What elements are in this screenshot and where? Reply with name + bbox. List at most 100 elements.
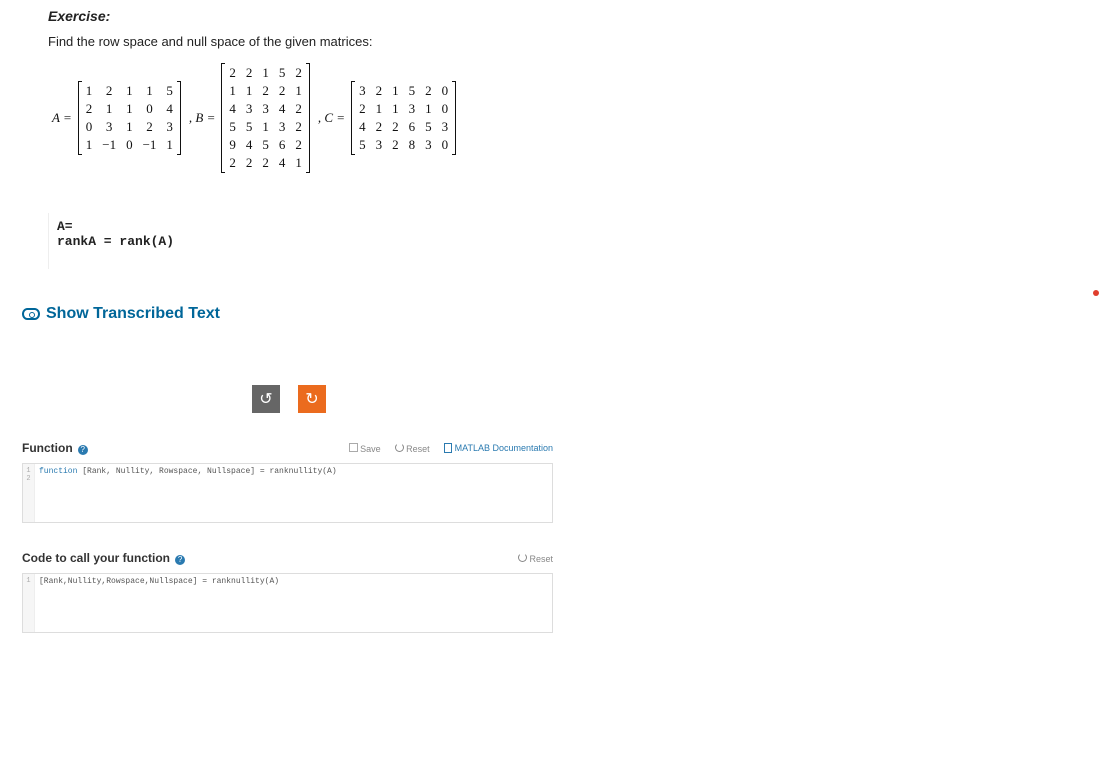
matrix-cell: 4 — [246, 137, 253, 153]
matrix-cell: 2 — [246, 155, 253, 171]
save-link[interactable]: Save — [349, 443, 381, 454]
matrix-cell: 1 — [392, 101, 399, 117]
matrix-cell: 5 — [246, 119, 253, 135]
code-line-2: rankA = rank(A) — [57, 234, 567, 249]
matrix-cell: 3 — [262, 101, 269, 117]
matrix-cell: 5 — [425, 119, 432, 135]
matrix-cell: 1 — [376, 101, 383, 117]
call-code-line: [Rank,Nullity,Rowspace,Nullspace] = rank… — [23, 574, 552, 589]
matrix-cell: 1 — [126, 119, 133, 135]
matrix-cell: 2 — [295, 65, 302, 81]
function-code-panel[interactable]: 1 2 function [Rank, Nullity, Rowspace, N… — [22, 463, 553, 523]
matrix-cell: 1 — [229, 83, 236, 99]
matrix-cell: 1 — [295, 155, 302, 171]
eye-icon — [22, 308, 40, 320]
matrix-cell: 1 — [262, 119, 269, 135]
matrices-row: A = 1211521104031231−10−11 , B = 2215211… — [48, 63, 555, 173]
matrix-cell: 2 — [392, 119, 399, 135]
reset-icon — [518, 553, 527, 562]
matrix-cell: 4 — [359, 119, 366, 135]
matrix-cell: 0 — [442, 137, 449, 153]
matrix-cell: 1 — [246, 83, 253, 99]
right-panel — [575, 0, 1099, 760]
matrix-cell: 0 — [442, 83, 449, 99]
matrix-cell: 2 — [359, 101, 366, 117]
matrix-cell: 1 — [143, 83, 157, 99]
info-icon[interactable]: ? — [78, 445, 88, 455]
matrix-cell: 5 — [409, 83, 416, 99]
matrix-cell: 3 — [425, 137, 432, 153]
matrix-cell: 1 — [262, 65, 269, 81]
matrix-cell: 1 — [392, 83, 399, 99]
matrix-cell: 2 — [86, 101, 93, 117]
matrix-cell: 0 — [126, 137, 133, 153]
exercise-title: Exercise: — [48, 8, 555, 24]
matrix-a-label: A = — [52, 110, 72, 126]
matrix-cell: 3 — [359, 83, 366, 99]
matrix-cell: 4 — [229, 101, 236, 117]
matrix-cell: 3 — [102, 119, 116, 135]
reset-link[interactable]: Reset — [395, 443, 430, 454]
matrix-cell: 5 — [279, 65, 286, 81]
matrix-cell: 2 — [376, 119, 383, 135]
undo-button[interactable]: ↺ — [252, 385, 280, 413]
matrix-cell: 2 — [376, 83, 383, 99]
matrix-cell: 2 — [143, 119, 157, 135]
call-section-title: Code to call your function — [22, 551, 170, 565]
doc-icon — [444, 443, 452, 453]
matrix-cell: 6 — [409, 119, 416, 135]
notification-dot-icon — [1093, 290, 1099, 296]
student-code-block: A= rankA = rank(A) — [48, 213, 575, 269]
matrix-cell: 5 — [262, 137, 269, 153]
matrix-cell: 1 — [126, 101, 133, 117]
matrix-cell: 2 — [229, 155, 236, 171]
matrix-cell: 2 — [262, 155, 269, 171]
call-code-panel[interactable]: 1 [Rank,Nullity,Rowspace,Nullspace] = ra… — [22, 573, 553, 633]
matrix-cell: 3 — [442, 119, 449, 135]
matrix-cell: 5 — [166, 83, 173, 99]
matrix-cell: −1 — [143, 137, 157, 153]
matrix-cell: 3 — [279, 119, 286, 135]
matlab-doc-link[interactable]: MATLAB Documentation — [444, 443, 553, 453]
matrix-cell: 1 — [295, 83, 302, 99]
redo-button[interactable]: ↻ — [298, 385, 326, 413]
matrix-cell: 2 — [392, 137, 399, 153]
function-section-title: Function — [22, 441, 73, 455]
reset-icon — [395, 443, 404, 452]
matrix-cell: 2 — [295, 137, 302, 153]
matrix-cell: 1 — [86, 83, 93, 99]
matrix-cell: 0 — [143, 101, 157, 117]
matrix-cell: 3 — [246, 101, 253, 117]
matrix-cell: 0 — [442, 101, 449, 117]
matrix-cell: 6 — [279, 137, 286, 153]
matrix-b-label: , B = — [189, 110, 215, 126]
matrix-cell: −1 — [102, 137, 116, 153]
matrix-cell: 1 — [102, 101, 116, 117]
reset-call-link[interactable]: Reset — [518, 553, 553, 564]
matrix-cell: 9 — [229, 137, 236, 153]
matrix-cell: 3 — [376, 137, 383, 153]
matrix-cell: 2 — [425, 83, 432, 99]
matrix-cell: 4 — [166, 101, 173, 117]
matrix-cell: 2 — [262, 83, 269, 99]
matrix-cell: 4 — [279, 155, 286, 171]
matrix-cell: 5 — [359, 137, 366, 153]
matrix-cell: 2 — [295, 101, 302, 117]
matrix-c-label: , C = — [318, 110, 345, 126]
info-icon[interactable]: ? — [175, 555, 185, 565]
exercise-desc: Find the row space and null space of the… — [48, 34, 555, 49]
matrix-cell: 2 — [295, 119, 302, 135]
matrix-cell: 4 — [279, 101, 286, 117]
matrix-cell: 1 — [86, 137, 93, 153]
matrix-cell: 2 — [246, 65, 253, 81]
code-line-1: A= — [57, 219, 567, 234]
show-transcribed-link[interactable]: Show Transcribed Text — [22, 305, 575, 323]
matrix-cell: 1 — [425, 101, 432, 117]
matrix-cell: 8 — [409, 137, 416, 153]
matrix-cell: 3 — [409, 101, 416, 117]
matrix-cell: 2 — [102, 83, 116, 99]
save-icon — [349, 443, 358, 452]
matrix-cell: 3 — [166, 119, 173, 135]
matrix-cell: 5 — [229, 119, 236, 135]
matrix-cell: 0 — [86, 119, 93, 135]
